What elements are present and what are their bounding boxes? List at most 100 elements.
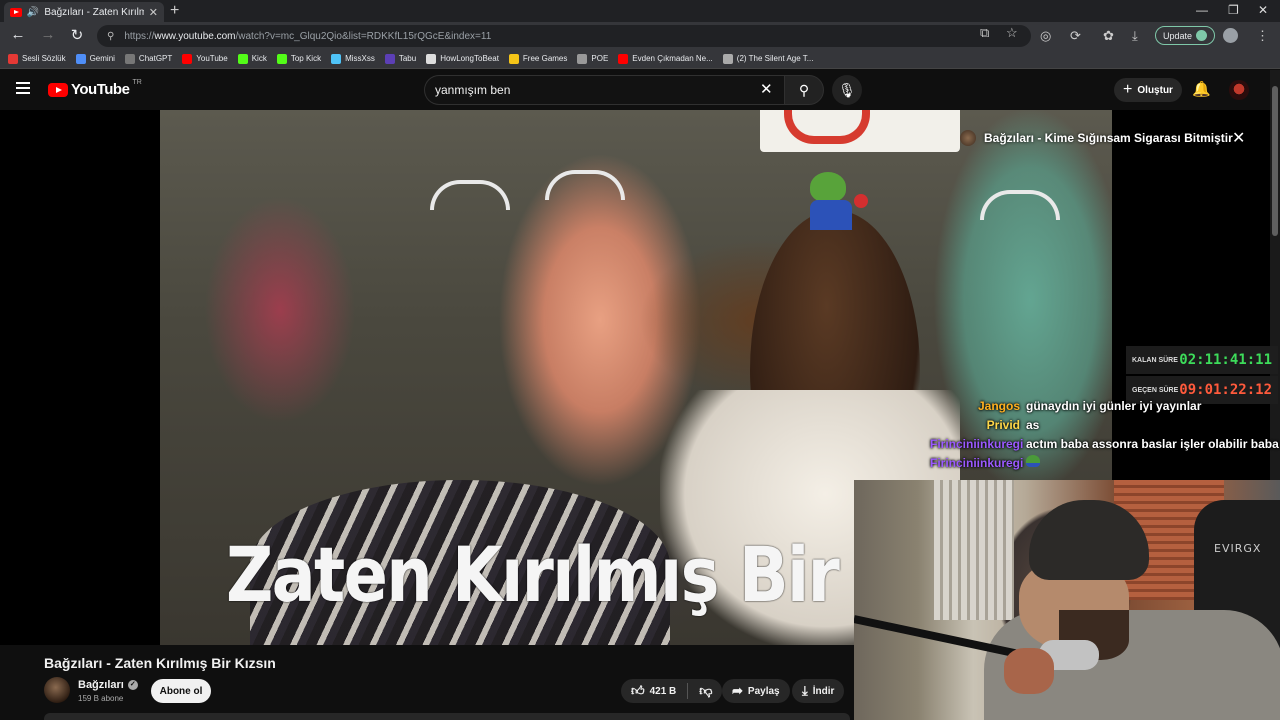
extension-icon[interactable]: ⟳	[1070, 28, 1081, 44]
bookmark-item[interactable]: Top Kick	[276, 53, 321, 64]
back-icon[interactable]: ←	[8, 26, 28, 43]
download-button[interactable]: ⤓ İndir	[792, 679, 845, 703]
video-title: Bağzıları - Zaten Kırılmış Bir Kızsın	[44, 655, 276, 671]
description-box[interactable]	[44, 713, 850, 720]
bookmark-item[interactable]: ChatGPT	[124, 53, 173, 64]
maximize-icon[interactable]: ❐	[1228, 3, 1239, 17]
video-burned-in-title: Zaten Kırılmış Bir K	[226, 530, 910, 619]
bookmark-item[interactable]: POE	[577, 53, 609, 64]
player-letterbox-left	[0, 110, 160, 645]
dislike-button[interactable]: 👎︎	[699, 683, 712, 699]
bookmark-item[interactable]: Sesli Sözlük	[8, 53, 66, 64]
pepe-emote-icon	[810, 172, 846, 202]
channel-name[interactable]: Bağzıları ✓	[78, 679, 138, 691]
chat-username: Firinciniinkuregi	[930, 436, 1024, 451]
microphone-icon: 🎙	[838, 81, 856, 98]
extension-icon[interactable]: ✿	[1103, 28, 1114, 44]
verified-icon: ✓	[127, 680, 138, 690]
install-app-icon[interactable]: ⧉	[980, 25, 989, 41]
search-input[interactable]: yanmışım ben	[424, 75, 786, 105]
bookmark-favicon-icon	[331, 53, 342, 64]
divider	[687, 683, 689, 699]
bookmark-label: Gemini	[89, 54, 115, 63]
bookmark-label: Evden Çıkmadan Ne...	[632, 54, 713, 63]
like-dislike-group: 👍︎ 421 B 👎︎	[621, 679, 723, 703]
bookmark-favicon-icon	[618, 53, 629, 64]
bookmark-label: ChatGPT	[138, 54, 173, 63]
browser-toolbar: ← → ↻ ⚲ https://www.youtube.com/watch?v=…	[0, 22, 1280, 49]
window-close-icon[interactable]: ✕	[1258, 3, 1268, 17]
hanger	[430, 180, 510, 210]
bookmark-favicon-icon	[124, 53, 135, 64]
download-icon: ⤓	[802, 683, 808, 698]
bookmark-favicon-icon	[508, 53, 519, 64]
subscribe-button[interactable]: Abone ol	[151, 679, 211, 703]
share-button[interactable]: ➦ Paylaş	[722, 679, 790, 703]
scrollbar-thumb[interactable]	[1272, 86, 1278, 236]
browser-profile-avatar[interactable]	[1223, 28, 1238, 43]
bookmark-favicon-icon	[75, 53, 86, 64]
address-bar[interactable]: ⚲ https://www.youtube.com/watch?v=mc_Glq…	[97, 25, 1031, 47]
chat-text: günaydın iyi günler iyi yayınlar	[1026, 398, 1202, 413]
forward-icon[interactable]: →	[38, 26, 58, 43]
pepe-emote-body	[810, 200, 852, 230]
bookmark-item[interactable]: HowLongToBeat	[426, 53, 499, 64]
voice-search-button[interactable]: 🎙	[832, 75, 862, 105]
minimize-icon[interactable]: —	[1196, 3, 1208, 17]
bookmark-favicon-icon	[182, 53, 193, 64]
close-overlay-icon[interactable]: ✕	[1232, 128, 1245, 148]
new-tab-icon[interactable]: +	[170, 2, 179, 20]
bookmark-label: MissXss	[345, 54, 375, 63]
audio-playing-icon[interactable]: 🔊	[27, 7, 39, 18]
url-text: https://www.youtube.com/watch?v=mc_Glqu2…	[124, 30, 492, 42]
bookmark-item[interactable]: YouTube	[182, 53, 228, 64]
country-code: TR	[132, 79, 142, 86]
youtube-header: YouTube TR yanmışım ben ✕ ⚲ 🎙 + Oluştur …	[0, 70, 1280, 110]
like-button[interactable]: 👍︎ 421 B	[631, 683, 676, 699]
bookmark-favicon-icon	[276, 53, 287, 64]
account-avatar[interactable]	[1229, 80, 1249, 100]
clear-search-icon[interactable]: ✕	[760, 80, 773, 98]
bookmark-favicon-icon	[384, 53, 395, 64]
bookmark-item[interactable]: (2) The Silent Age T...	[722, 53, 813, 64]
youtube-logo[interactable]: YouTube TR	[48, 79, 142, 98]
bookmark-item[interactable]: Free Games	[508, 53, 568, 64]
tab-close-icon[interactable]: ✕	[149, 6, 158, 19]
bookmark-label: Sesli Sözlük	[22, 54, 66, 63]
bookmark-item[interactable]: Gemini	[75, 53, 115, 64]
youtube-favicon-icon	[10, 7, 22, 17]
up-next-overlay[interactable]: Bağzıları - Kime Sığınsam Sigarası Bitmi…	[950, 120, 1260, 156]
browser-tabstrip: 🔊 Bağzıları - Zaten Kırılmış Bir Kızsın …	[0, 0, 1280, 22]
create-button[interactable]: + Oluştur	[1114, 78, 1182, 102]
update-button[interactable]: Update	[1155, 26, 1215, 45]
plus-icon: +	[1123, 81, 1133, 98]
chat-message: Firinciniinkuregi actım baba assonra bas…	[930, 434, 1279, 453]
bookmark-item[interactable]: MissXss	[331, 53, 375, 64]
bookmark-favicon-icon	[8, 53, 18, 64]
browser-tab[interactable]: 🔊 Bağzıları - Zaten Kırılmış Bir Kızsın …	[4, 2, 164, 22]
bookmark-label: HowLongToBeat	[440, 54, 499, 63]
chat-text	[1026, 455, 1040, 470]
bookmarks-bar: Sesli Sözlük Gemini ChatGPT YouTube Kick Top …	[0, 49, 1280, 69]
reload-icon[interactable]: ↻	[67, 26, 87, 44]
bookmark-item[interactable]: Kick	[237, 53, 267, 64]
bookmark-item[interactable]: Tabu	[384, 53, 416, 64]
remaining-time-value: 02:11:41:11	[1179, 352, 1272, 368]
video-info: Bağzıları - Zaten Kırılmış Bir Kızsın Ba…	[0, 645, 854, 720]
bookmark-label: Free Games	[522, 54, 568, 63]
site-info-icon[interactable]: ⚲	[107, 31, 114, 42]
webcam-window	[934, 480, 1014, 620]
bookmark-label: POE	[591, 54, 609, 63]
hamburger-menu-icon[interactable]	[16, 82, 30, 94]
channel-avatar[interactable]	[44, 677, 70, 703]
browser-menu-icon[interactable]: ⋮	[1256, 28, 1269, 44]
notifications-bell-icon[interactable]: 🔔	[1192, 80, 1211, 98]
downloads-icon[interactable]: ⤓	[1132, 28, 1138, 44]
bookmark-star-icon[interactable]: ☆	[1006, 25, 1018, 41]
extension-icon[interactable]: ◎	[1040, 28, 1051, 44]
up-next-thumbnail	[960, 130, 976, 146]
bookmark-favicon-icon	[426, 53, 437, 64]
update-badge-icon	[1196, 30, 1208, 41]
search-button[interactable]: ⚲	[784, 75, 824, 105]
bookmark-item[interactable]: Evden Çıkmadan Ne...	[618, 53, 713, 64]
